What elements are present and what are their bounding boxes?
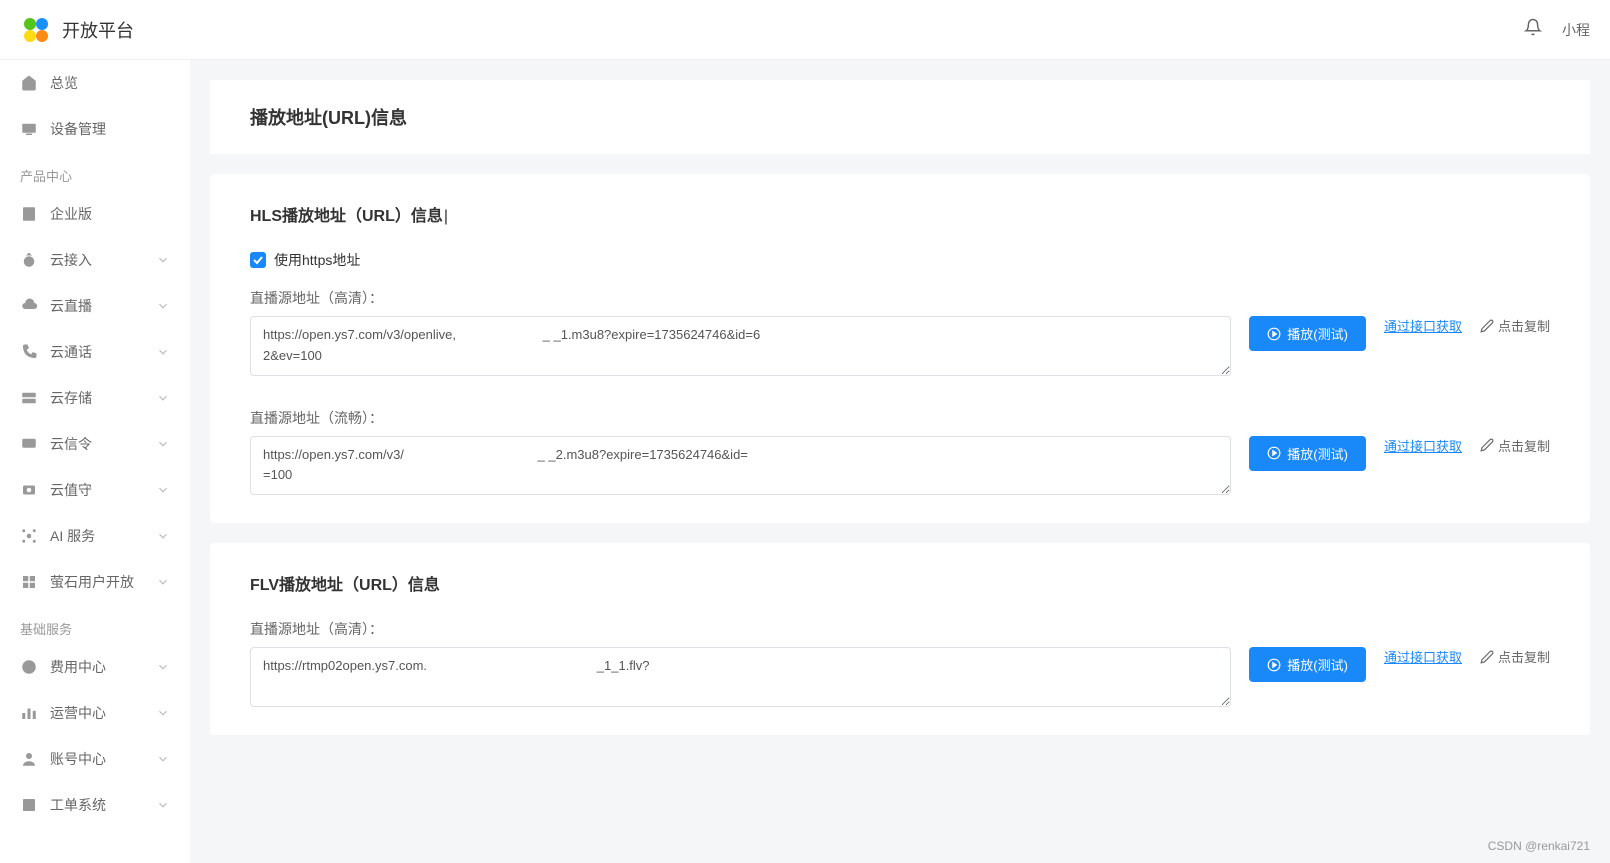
sidebar-item-user-open[interactable]: 萤石用户开放 xyxy=(0,559,190,605)
device-icon xyxy=(20,120,38,138)
sidebar-item-enterprise[interactable]: 企业版 xyxy=(0,191,190,237)
edit-icon xyxy=(1480,319,1494,333)
cloud-watch-icon xyxy=(20,481,38,499)
enterprise-icon xyxy=(20,205,38,223)
flv-card: FLV播放地址（URL）信息 直播源地址（高清）： 播放(测试) 通过接口获取 … xyxy=(210,543,1590,735)
sidebar-item-home[interactable]: 总览 xyxy=(0,60,190,106)
hls-sd-url[interactable] xyxy=(250,436,1231,496)
sidebar-item-label: 运营中心 xyxy=(50,703,106,723)
ops-icon xyxy=(20,704,38,722)
fee-icon xyxy=(20,658,38,676)
edit-icon xyxy=(1480,438,1494,452)
ai-icon xyxy=(20,527,38,545)
watermark: CSDN @renkai721 xyxy=(1488,839,1590,853)
sidebar-item-label: 总览 xyxy=(50,73,78,93)
sidebar-item-account[interactable]: 账号中心 xyxy=(0,736,190,782)
api-link[interactable]: 通过接口获取 xyxy=(1384,647,1462,666)
sidebar-item-ticket[interactable]: 工单系统 xyxy=(0,782,190,828)
play-button[interactable]: 播放(测试) xyxy=(1249,316,1366,351)
header: 开放平台 小程 xyxy=(0,0,1610,60)
header-right: 小程 xyxy=(1524,18,1590,41)
sidebar-item-cloud-watch[interactable]: 云值守 xyxy=(0,467,190,513)
sidebar-item-label: 企业版 xyxy=(50,204,92,224)
sidebar-item-label: 云通话 xyxy=(50,342,92,362)
sidebar-item-label: 账号中心 xyxy=(50,749,106,769)
logo-icon xyxy=(20,14,52,46)
sidebar-item-label: 云直播 xyxy=(50,296,92,316)
copy-button[interactable]: 点击复制 xyxy=(1480,436,1550,455)
sidebar-item-label: 费用中心 xyxy=(50,657,106,677)
hls-hd-row: 播放(测试) 通过接口获取 点击复制 xyxy=(250,316,1550,376)
hls-hd-url[interactable] xyxy=(250,316,1231,376)
hls-hd-label: 直播源地址（高清）： xyxy=(250,288,1550,308)
sidebar-item-label: 云信令 xyxy=(50,434,92,454)
sidebar-item-label: 工单系统 xyxy=(50,795,106,815)
sidebar-item-ops[interactable]: 运营中心 xyxy=(0,690,190,736)
logo-title: 开放平台 xyxy=(62,17,134,43)
home-icon xyxy=(20,74,38,92)
bell-icon[interactable] xyxy=(1524,18,1542,41)
play-button[interactable]: 播放(测试) xyxy=(1249,436,1366,471)
sidebar-item-cloud-live[interactable]: 云直播 xyxy=(0,283,190,329)
copy-button[interactable]: 点击复制 xyxy=(1480,647,1550,666)
main: 播放地址(URL)信息 HLS播放地址（URL）信息 使用https地址 直播源… xyxy=(190,60,1610,775)
cloud-msg-icon xyxy=(20,435,38,453)
https-checkbox-label: 使用https地址 xyxy=(274,250,360,270)
https-checkbox[interactable] xyxy=(250,252,266,268)
https-checkbox-row: 使用https地址 xyxy=(250,250,1550,270)
account-icon xyxy=(20,750,38,768)
hls-title: HLS播放地址（URL）信息 xyxy=(250,202,1550,226)
cloud-storage-icon xyxy=(20,389,38,407)
api-link[interactable]: 通过接口获取 xyxy=(1384,436,1462,455)
sidebar-item-label: 设备管理 xyxy=(50,119,106,139)
page-title: 播放地址(URL)信息 xyxy=(250,104,1550,130)
api-link[interactable]: 通过接口获取 xyxy=(1384,316,1462,335)
user-label[interactable]: 小程 xyxy=(1562,20,1590,40)
sidebar-item-label: 云存储 xyxy=(50,388,92,408)
edit-icon xyxy=(1480,650,1494,664)
sidebar-item-label: 云值守 xyxy=(50,480,92,500)
sidebar: 总览 设备管理 产品中心 企业版 云接入 云直播 云通话 xyxy=(0,60,190,863)
hls-sd-row: 播放(测试) 通过接口获取 点击复制 xyxy=(250,436,1550,496)
user-open-icon xyxy=(20,573,38,591)
hls-sd-label: 直播源地址（流畅）： xyxy=(250,408,1550,428)
sidebar-item-cloud-msg[interactable]: 云信令 xyxy=(0,421,190,467)
sidebar-item-device[interactable]: 设备管理 xyxy=(0,106,190,152)
sidebar-item-cloud-access[interactable]: 云接入 xyxy=(0,237,190,283)
sidebar-item-fee[interactable]: 费用中心 xyxy=(0,644,190,690)
flv-hd-label: 直播源地址（高清）： xyxy=(250,619,1550,639)
play-button[interactable]: 播放(测试) xyxy=(1249,647,1366,682)
flv-hd-url[interactable] xyxy=(250,647,1231,707)
ticket-icon xyxy=(20,796,38,814)
sidebar-item-label: 云接入 xyxy=(50,250,92,270)
sidebar-item-cloud-storage[interactable]: 云存储 xyxy=(0,375,190,421)
hls-card: HLS播放地址（URL）信息 使用https地址 直播源地址（高清）： 播放(测… xyxy=(210,174,1590,523)
flv-hd-row: 播放(测试) 通过接口获取 点击复制 xyxy=(250,647,1550,707)
sidebar-section-product: 产品中心 xyxy=(0,152,190,191)
page-header: 播放地址(URL)信息 xyxy=(210,80,1590,154)
copy-button[interactable]: 点击复制 xyxy=(1480,316,1550,335)
sidebar-item-cloud-call[interactable]: 云通话 xyxy=(0,329,190,375)
logo[interactable]: 开放平台 xyxy=(20,14,134,46)
cloud-access-icon xyxy=(20,251,38,269)
sidebar-item-label: AI 服务 xyxy=(50,526,95,546)
sidebar-item-ai[interactable]: AI 服务 xyxy=(0,513,190,559)
flv-title: FLV播放地址（URL）信息 xyxy=(250,571,1550,595)
sidebar-section-base: 基础服务 xyxy=(0,605,190,644)
sidebar-item-label: 萤石用户开放 xyxy=(50,572,134,592)
cloud-call-icon xyxy=(20,343,38,361)
cloud-live-icon xyxy=(20,297,38,315)
